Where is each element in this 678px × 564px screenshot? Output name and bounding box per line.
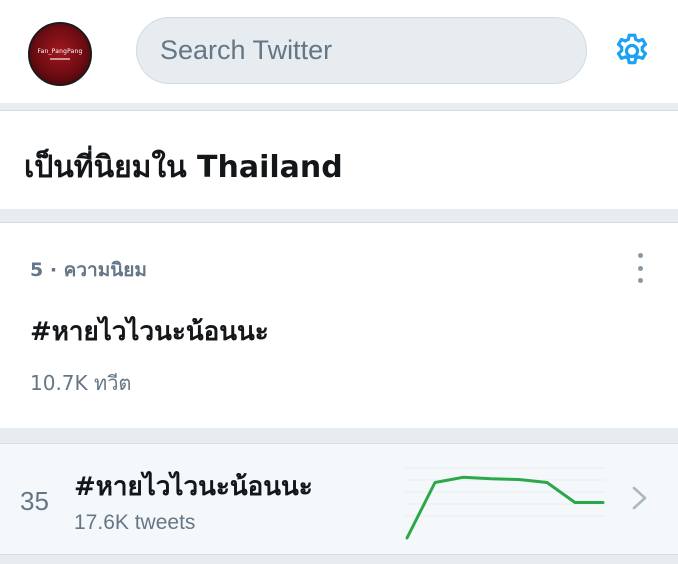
- trend-rank-name[interactable]: #หายไวไวนะน้อนนะ: [74, 466, 313, 507]
- search-box[interactable]: [136, 17, 587, 84]
- trend-meta: 5 · ความนิยม: [30, 259, 147, 281]
- trend-sparkline: [405, 467, 605, 540]
- avatar-logo-underline: [50, 58, 70, 60]
- search-input[interactable]: [160, 35, 586, 66]
- chevron-right-icon[interactable]: [628, 483, 652, 513]
- trend-rank-number: 35: [20, 486, 49, 516]
- avatar[interactable]: Fan_PangPang: [28, 22, 92, 86]
- trend-tweet-count: 10.7K ทวีต: [30, 371, 132, 395]
- trend-rank-row[interactable]: 35 #หายไวไวนะน้อนนะ 17.6K tweets: [0, 443, 678, 555]
- section-title: เป็นที่นิยมใน Thailand: [24, 150, 343, 185]
- trend-card[interactable]: 5 · ความนิยม #หายไวไวนะน้อนนะ 10.7K ทวีต: [0, 222, 678, 428]
- top-bar: Fan_PangPang: [0, 0, 678, 103]
- trend-rank-tweet-count: 17.6K tweets: [74, 511, 196, 534]
- sparkline-series-line: [405, 475, 605, 540]
- trend-name[interactable]: #หายไวไวนะน้อนนะ: [30, 311, 269, 352]
- avatar-logo-text: Fan_PangPang: [37, 48, 83, 55]
- gear-icon[interactable]: [611, 30, 653, 72]
- trends-section-header: เป็นที่นิยมใน Thailand: [0, 110, 678, 209]
- more-vertical-icon[interactable]: [628, 253, 652, 283]
